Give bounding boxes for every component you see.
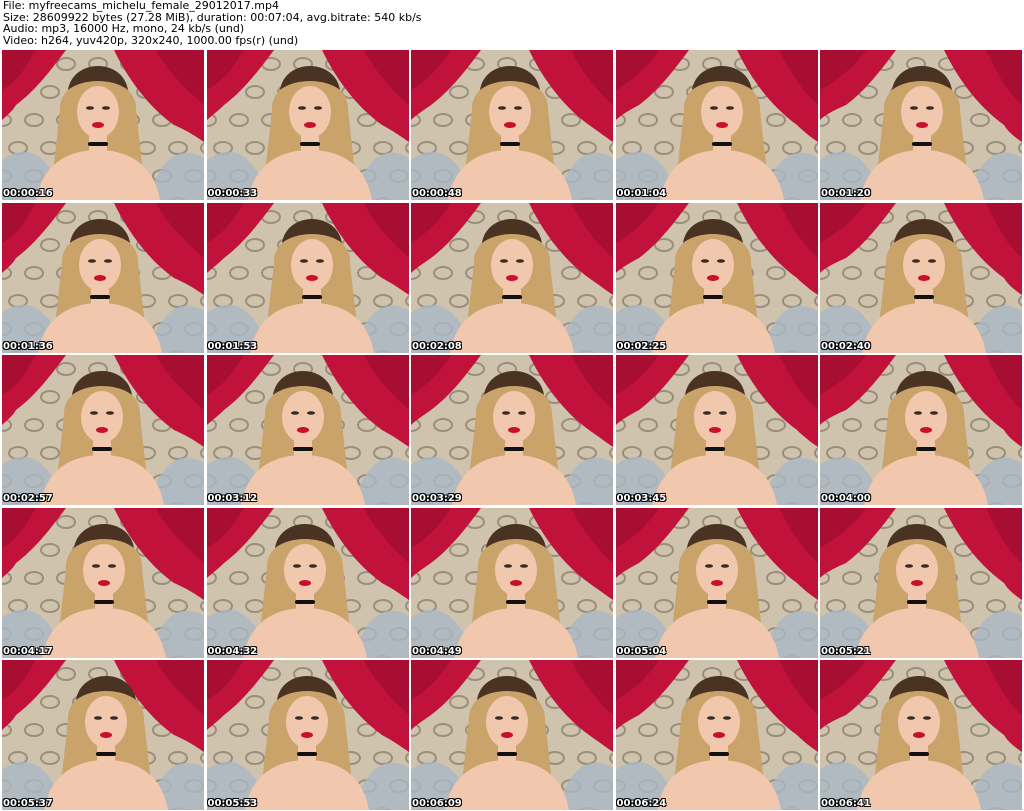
video-thumbnail: 00:04:32 — [206, 507, 409, 658]
timestamp-label: 00:02:08 — [412, 340, 462, 352]
timestamp-label: 00:06:41 — [821, 798, 871, 809]
video-thumbnail: 00:01:20 — [820, 50, 1022, 200]
frame-image — [615, 507, 818, 658]
video-thumbnail: 00:00:16 — [2, 50, 204, 200]
frame-image — [615, 355, 818, 505]
frame-image — [2, 355, 204, 505]
thumbnail-grid: 00:00:16 00:00:33 00:00:48 00:01:04 00:01:20… — [2, 50, 1022, 810]
video-thumbnail: 00:02:08 — [411, 202, 613, 353]
video-thumbnail: 00:01:04 — [615, 50, 818, 200]
video-thumbnail: 00:03:29 — [411, 355, 613, 505]
frame-image — [615, 660, 818, 810]
timestamp-label: 00:01:04 — [616, 188, 667, 199]
timestamp-label: 00:01:20 — [821, 188, 871, 199]
video-thumbnail: 00:02:25 — [615, 202, 818, 353]
video-thumbnail: 00:05:37 — [2, 660, 204, 810]
frame-image — [411, 202, 613, 353]
timestamp-label: 00:06:24 — [616, 798, 667, 809]
file-name-line: File: myfreecams_michelu_female_29012017… — [3, 0, 279, 12]
timestamp-label: 00:02:25 — [616, 340, 667, 352]
video-thumbnail: 00:06:09 — [411, 660, 613, 810]
frame-image — [820, 507, 1022, 658]
frame-image — [411, 355, 613, 505]
video-thumbnail: 00:01:53 — [206, 202, 409, 353]
timestamp-label: 00:02:40 — [821, 340, 871, 352]
timestamp-label: 00:01:36 — [3, 340, 53, 352]
video-thumbnail: 00:05:53 — [206, 660, 409, 810]
timestamp-label: 00:00:16 — [3, 188, 53, 199]
frame-image — [206, 50, 409, 200]
info-header: File: myfreecams_michelu_female_29012017… — [3, 0, 1021, 50]
frame-image — [411, 507, 613, 658]
frame-image — [206, 660, 409, 810]
timestamp-label: 00:01:53 — [207, 340, 258, 352]
frame-image — [820, 660, 1022, 810]
timestamp-label: 00:05:37 — [3, 798, 53, 809]
frame-image — [2, 50, 204, 200]
timestamp-label: 00:04:32 — [207, 645, 258, 657]
timestamp-label: 00:04:17 — [3, 645, 53, 657]
timestamp-label: 00:06:09 — [412, 798, 462, 809]
timestamp-label: 00:05:04 — [616, 645, 667, 657]
video-thumbnail: 00:03:45 — [615, 355, 818, 505]
video-thumbnail: 00:02:57 — [2, 355, 204, 505]
video-thumbnail: 00:06:41 — [820, 660, 1022, 810]
video-thumbnail: 00:00:33 — [206, 50, 409, 200]
frame-image — [2, 660, 204, 810]
timestamp-label: 00:03:45 — [616, 493, 667, 504]
video-thumbnail: 00:04:49 — [411, 507, 613, 658]
video-thumbnail: 00:04:17 — [2, 507, 204, 658]
frame-image — [615, 202, 818, 353]
frame-image — [411, 660, 613, 810]
frame-image — [206, 355, 409, 505]
frame-image — [206, 507, 409, 658]
timestamp-label: 00:00:48 — [412, 188, 462, 199]
timestamp-label: 00:04:00 — [821, 493, 871, 504]
video-thumbnail: 00:05:04 — [615, 507, 818, 658]
frame-image — [2, 507, 204, 658]
video-thumbnail: 00:02:40 — [820, 202, 1022, 353]
frame-image — [615, 50, 818, 200]
timestamp-label: 00:04:49 — [412, 645, 462, 657]
video-thumbnail: 00:04:00 — [820, 355, 1022, 505]
video-thumbnail: 00:03:12 — [206, 355, 409, 505]
timestamp-label: 00:02:57 — [3, 493, 53, 504]
timestamp-label: 00:00:33 — [207, 188, 258, 199]
frame-image — [2, 202, 204, 353]
video-info-line: Video: h264, yuv420p, 320x240, 1000.00 f… — [3, 33, 299, 47]
timestamp-label: 00:03:12 — [207, 493, 258, 504]
frame-image — [411, 50, 613, 200]
audio-info-line: Audio: mp3, 16000 Hz, mono, 24 kb/s (und… — [3, 22, 245, 35]
timestamp-label: 00:05:53 — [207, 798, 258, 809]
video-thumbnail: 00:01:36 — [2, 202, 204, 353]
frame-image — [206, 202, 409, 353]
frame-image — [820, 50, 1022, 200]
video-thumbnail: 00:06:24 — [615, 660, 818, 810]
video-thumbnail: 00:00:48 — [411, 50, 613, 200]
video-thumbnail: 00:05:21 — [820, 507, 1022, 658]
frame-image — [820, 355, 1022, 505]
timestamp-label: 00:05:21 — [821, 645, 871, 657]
timestamp-label: 00:03:29 — [412, 493, 462, 504]
frame-image — [820, 202, 1022, 353]
